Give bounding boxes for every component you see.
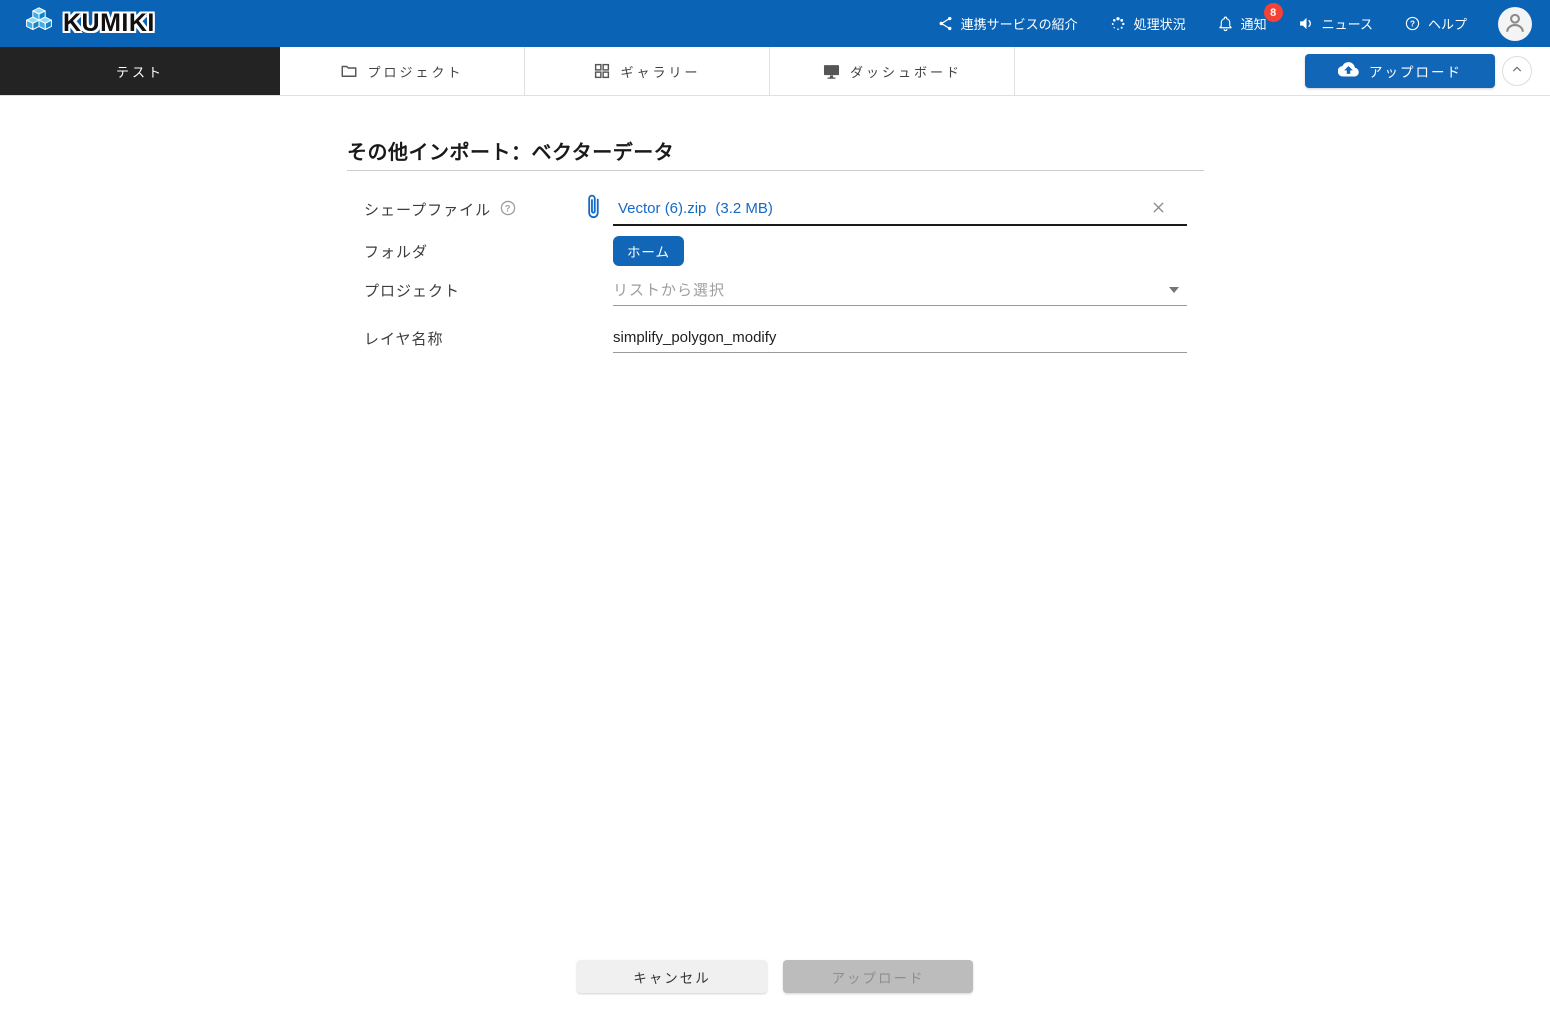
folder-home-chip[interactable]: ホーム <box>613 236 684 266</box>
layer-name-field <box>613 323 1187 353</box>
app-header: KUMIKI 連携サービスの紹介 処理状況 通知 8 ニュース ? ヘルプ <box>0 0 1550 47</box>
chevron-up-icon <box>1509 61 1525 82</box>
file-size: (3.2 MB) <box>715 200 773 217</box>
notification-badge: 8 <box>1263 3 1283 22</box>
cancel-button[interactable]: キャンセル <box>577 960 767 993</box>
upload-button-label: アップロード <box>1369 65 1462 80</box>
file-name[interactable]: Vector (6).zip <box>618 200 706 217</box>
speaker-icon <box>1298 15 1315 32</box>
tab-bar: テスト プロジェクト ギャラリー ダッシュボード アップロード <box>0 47 1550 96</box>
tab-label: ダッシュボード <box>849 64 962 80</box>
page-title: その他インポート：ベクターデータ <box>347 142 675 164</box>
close-icon <box>1150 199 1167 219</box>
menu-item-services[interactable]: 連携サービスの紹介 <box>937 14 1078 33</box>
bell-icon <box>1217 15 1234 32</box>
logo-wordmark: KUMIKI <box>63 9 155 37</box>
menu-item-label: ヘルプ <box>1427 17 1467 32</box>
menu-item-label: 通知 <box>1240 17 1267 32</box>
layer-name-input[interactable] <box>613 329 1187 352</box>
tab-dashboard[interactable]: ダッシュボード <box>770 47 1015 95</box>
shapefile-label-text: シェープファイル <box>364 202 492 219</box>
menu-item-help[interactable]: ? ヘルプ <box>1404 14 1467 33</box>
folder-label-text: フォルダ <box>364 243 429 261</box>
chevron-down-icon <box>1169 286 1179 293</box>
project-select-placeholder: リストから選択 <box>613 282 726 299</box>
menu-item-processing-status[interactable]: 処理状況 <box>1109 14 1186 33</box>
menu-item-label: 連携サービスの紹介 <box>960 17 1078 32</box>
person-icon <box>1502 9 1528 38</box>
tab-label: プロジェクト <box>367 64 464 80</box>
layer-name-label-text: レイヤ名称 <box>364 330 444 348</box>
upload-submit-button[interactable]: アップロード <box>783 960 973 993</box>
tab-label: ギャラリー <box>620 64 701 80</box>
tab-test[interactable]: テスト <box>0 47 280 95</box>
kumiki-cubes-icon <box>22 6 56 41</box>
layer-name-label: レイヤ名称 <box>364 323 444 353</box>
folder-label: フォルダ <box>364 236 428 266</box>
menu-item-notifications[interactable]: 通知 8 <box>1217 3 1283 33</box>
collapse-toolbar-button[interactable] <box>1502 56 1532 86</box>
folder-icon <box>340 62 358 80</box>
shapefile-field[interactable]: Vector (6).zip (3.2 MB) <box>613 193 1187 226</box>
menu-item-news[interactable]: ニュース <box>1298 14 1373 33</box>
share-icon <box>937 15 954 32</box>
tab-gallery[interactable]: ギャラリー <box>525 47 770 95</box>
tab-project[interactable]: プロジェクト <box>280 47 525 95</box>
project-label-text: プロジェクト <box>364 282 461 300</box>
page: KUMIKI 連携サービスの紹介 処理状況 通知 8 ニュース ? ヘルプ テス… <box>0 0 1550 1035</box>
paperclip-icon[interactable] <box>581 192 607 227</box>
grid-icon <box>593 62 611 80</box>
tab-label: テスト <box>115 64 164 80</box>
svg-text:?: ? <box>1410 19 1415 28</box>
svg-text:?: ? <box>505 203 511 213</box>
spinner-icon <box>1109 15 1127 33</box>
upload-button[interactable]: アップロード <box>1305 54 1495 88</box>
kumiki-logo[interactable]: KUMIKI <box>0 6 155 41</box>
user-avatar[interactable] <box>1498 6 1532 41</box>
title-divider <box>347 170 1204 171</box>
header-menu: 連携サービスの紹介 処理状況 通知 8 ニュース ? ヘルプ <box>937 3 1550 41</box>
project-select[interactable]: リストから選択 <box>613 274 1187 306</box>
shapefile-label: シェープファイル ? <box>364 193 517 226</box>
help-icon: ? <box>1404 15 1421 32</box>
cloud-upload-icon <box>1337 59 1359 83</box>
monitor-icon <box>822 62 841 81</box>
menu-item-label: ニュース <box>1321 17 1373 32</box>
help-circle-icon[interactable]: ? <box>499 199 517 221</box>
menu-item-label: 処理状況 <box>1133 17 1186 32</box>
clear-file-button[interactable] <box>1147 198 1169 220</box>
project-label: プロジェクト <box>364 274 460 306</box>
